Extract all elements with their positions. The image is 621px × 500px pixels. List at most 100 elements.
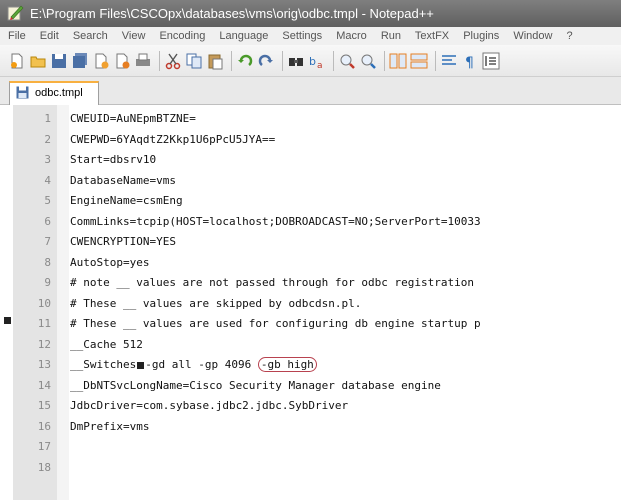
menu-search[interactable]: Search (73, 30, 108, 42)
line-number: 10 (37, 296, 51, 310)
code-line[interactable]: 12 __Cache 512 (0, 335, 621, 356)
menu-window[interactable]: Window (513, 30, 552, 42)
saved-file-icon (16, 86, 29, 99)
find-icon[interactable] (287, 52, 305, 70)
sync-vertical-scroll-icon[interactable] (389, 52, 407, 70)
code-line[interactable]: 11 # These __ values are used for configu… (0, 314, 621, 335)
sync-horizontal-scroll-icon[interactable] (410, 52, 428, 70)
toolbar-separator (282, 50, 283, 71)
line-number: 9 (44, 276, 51, 289)
highlighted-switch: -gb high (257, 357, 317, 372)
menu-encoding[interactable]: Encoding (159, 30, 205, 42)
code-line[interactable]: 8 AutoStop=yes (0, 253, 621, 274)
line-number: 3 (44, 153, 51, 166)
line-number: 17 (37, 440, 51, 453)
menu-settings[interactable]: Settings (282, 30, 322, 42)
line-number: 15 (37, 399, 51, 412)
line-number: 12 (37, 337, 51, 351)
close-all-icon[interactable] (113, 52, 131, 70)
line-text: __Cache 512 (70, 337, 143, 351)
menu-textfx[interactable]: TextFX (415, 30, 449, 42)
line-text: CommLinks=tcpip(HOST=localhost;DOBROADCA… (70, 214, 481, 228)
code-line[interactable]: 17 (0, 437, 621, 458)
window-title: E:\Program Files\CSCOpx\databases\vms\or… (30, 6, 434, 21)
print-icon[interactable] (134, 52, 152, 70)
code-line[interactable]: 5 EngineName=csmEng (0, 191, 621, 212)
line-number: 11 (37, 317, 51, 330)
editor-pane[interactable]: 1 CWEUID=AuNEpmBTZNE= 2 CWEPWD=6YAqdtZ2Kkp1… (0, 105, 621, 500)
replace-icon[interactable]: ba (308, 52, 326, 70)
zoom-in-icon[interactable] (338, 52, 356, 70)
line-number: 18 (37, 460, 51, 474)
code-line[interactable]: 15 JdbcDriver=com.sybase.jdbc2.jdbc.SybDr… (0, 396, 621, 417)
line-text: __DbNTSvcLongName=Cisco Security Manager… (70, 378, 441, 392)
line-text: Start=dbsrv10 (70, 153, 157, 166)
line-number: 8 (44, 255, 51, 269)
notepadplusplus-app-icon (7, 5, 24, 21)
zoom-out-icon[interactable] (359, 52, 377, 70)
menu-language[interactable]: Language (219, 30, 268, 42)
cut-icon[interactable] (164, 52, 182, 70)
code-line[interactable]: 2 CWEPWD=6YAqdtZ2Kkp1U6pPcU5JYA== (0, 130, 621, 151)
save-icon[interactable] (50, 52, 68, 70)
title-bar: E:\Program Files\CSCOpx\databases\vms\or… (0, 0, 621, 27)
copy-icon[interactable] (185, 52, 203, 70)
code-line[interactable]: 3 Start=dbsrv10 (0, 150, 621, 171)
code-line[interactable]: 6 CommLinks=tcpip(HOST=localhost;DOBROADC… (0, 212, 621, 233)
menu-macro[interactable]: Macro (336, 30, 367, 42)
menu-view[interactable]: View (122, 30, 146, 42)
code-line[interactable]: 16 DmPrefix=vms (0, 417, 621, 438)
line-number: 16 (37, 419, 51, 433)
line-text-rest: -gd all -gp 4096 (145, 358, 258, 371)
code-line[interactable]: 1 CWEUID=AuNEpmBTZNE= (0, 109, 621, 130)
menu-bar: File Edit Search View Encoding Language … (0, 27, 621, 45)
line-text: # These __ values are used for configuri… (70, 317, 481, 330)
code-line[interactable]: 7 CWENCRYPTION=YES (0, 232, 621, 253)
line-number: 2 (44, 132, 51, 146)
code-line[interactable]: 14 __DbNTSvcLongName=Cisco Security Manag… (0, 376, 621, 397)
tab-bar: odbc.tmpl (0, 77, 621, 105)
line-text: # note __ values are not passed through … (70, 276, 474, 289)
code-line[interactable]: 13 __Switches -gd all -gp 4096 -gb high (0, 355, 621, 376)
code-line[interactable]: 18 (0, 458, 621, 479)
tab-odbc-tmpl[interactable]: odbc.tmpl (9, 81, 99, 105)
code-line[interactable]: 4 DatabaseName=vms (0, 171, 621, 192)
line-text: CWENCRYPTION=YES (70, 235, 176, 248)
line-text: AutoStop=yes (70, 255, 150, 269)
line-number: 5 (44, 194, 51, 207)
indent-guide-icon[interactable] (482, 52, 500, 70)
toolbar-separator (231, 50, 232, 71)
paste-icon[interactable] (206, 52, 224, 70)
new-file-icon[interactable] (8, 52, 26, 70)
close-file-icon[interactable] (92, 52, 110, 70)
toolbar-separator (333, 50, 334, 71)
line-text: DatabaseName=vms (70, 173, 176, 187)
code-line[interactable]: 10 # These __ values are skipped by odbcd… (0, 294, 621, 315)
line-text-start: __Switches (70, 358, 137, 371)
svg-text:a: a (317, 61, 323, 70)
menu-file[interactable]: File (8, 30, 26, 42)
line-text: CWEPWD=6YAqdtZ2Kkp1U6pPcU5JYA== (70, 132, 276, 146)
line-number: 6 (44, 214, 51, 228)
undo-icon[interactable] (236, 52, 254, 70)
line-text: __Switches -gd all -gp 4096 -gb high (70, 355, 317, 376)
toolbar-separator (435, 50, 436, 71)
line-number: 14 (37, 378, 51, 392)
menu-help[interactable]: ? (567, 30, 573, 42)
line-number: 7 (44, 235, 51, 248)
redo-icon[interactable] (257, 52, 275, 70)
toolbar-separator (159, 50, 160, 71)
menu-plugins[interactable]: Plugins (463, 30, 499, 42)
show-all-characters-icon[interactable]: ¶ (461, 52, 479, 70)
svg-text:¶: ¶ (465, 55, 474, 70)
line-text: DmPrefix=vms (70, 419, 150, 433)
open-file-icon[interactable] (29, 52, 47, 70)
line-text: CWEUID=AuNEpmBTZNE= (70, 112, 196, 125)
line-text: EngineName=csmEng (70, 194, 183, 207)
save-all-icon[interactable] (71, 52, 89, 70)
menu-edit[interactable]: Edit (40, 30, 59, 42)
code-line[interactable]: 9 # note __ values are not passed through… (0, 273, 621, 294)
menu-run[interactable]: Run (381, 30, 401, 42)
line-text: JdbcDriver=com.sybase.jdbc2.jdbc.SybDriv… (70, 399, 349, 412)
word-wrap-icon[interactable] (440, 52, 458, 70)
